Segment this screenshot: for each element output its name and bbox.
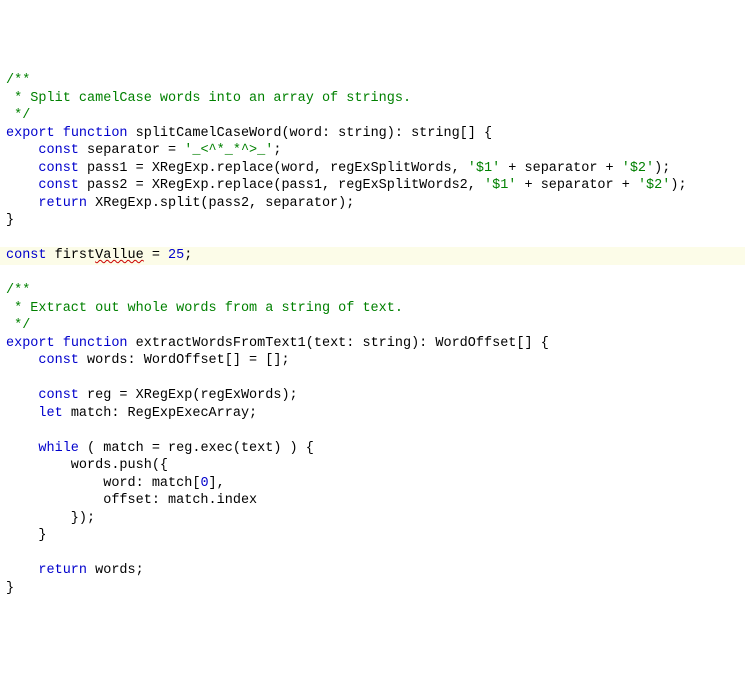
indent: [6, 441, 38, 456]
keyword-function: function: [63, 336, 128, 351]
code-editor[interactable]: /** * Split camelCase words into an arra…: [6, 72, 739, 597]
keyword-return: return: [38, 563, 87, 578]
code-line: while ( match = reg.exec(text) ) {: [6, 440, 739, 458]
code-line: export function extractWordsFromText1(te…: [6, 335, 739, 353]
blank-line: [6, 370, 739, 388]
code-line: word: match[0],: [6, 475, 739, 493]
keyword-const: const: [38, 143, 79, 158]
blank-line: [6, 230, 739, 248]
code-line: const reg = XRegExp(regExWords);: [6, 387, 739, 405]
keyword-const: const: [38, 178, 79, 193]
spell-error[interactable]: Vallue: [95, 248, 144, 263]
code-text: + separator +: [500, 161, 622, 176]
code-line: }: [6, 527, 739, 545]
code-text: match: RegExpExecArray;: [63, 406, 257, 421]
string-literal: '$1': [468, 161, 500, 176]
code-line: return XRegExp.split(pass2, separator);: [6, 195, 739, 213]
indent: [6, 563, 38, 578]
keyword-while: while: [38, 441, 79, 456]
code-line: let match: RegExpExecArray;: [6, 405, 739, 423]
string-literal: '_<^*_*^>_': [184, 143, 273, 158]
keyword-return: return: [38, 196, 87, 211]
code-text: );: [670, 178, 686, 193]
code-line: return words;: [6, 562, 739, 580]
code-text: reg = XRegExp(regExWords);: [79, 388, 298, 403]
comment-line: * Extract out whole words from a string …: [6, 300, 739, 318]
code-line: }: [6, 580, 739, 598]
number-literal: 0: [200, 476, 208, 491]
code-line: const pass1 = XRegExp.replace(word, regE…: [6, 160, 739, 178]
blank-line: [6, 265, 739, 283]
code-text: pass1 = XRegExp.replace(word, regExSplit…: [79, 161, 468, 176]
keyword-const: const: [6, 248, 47, 263]
code-line: const separator = '_<^*_*^>_';: [6, 142, 739, 160]
code-text: =: [144, 248, 168, 263]
comment-line: */: [6, 317, 739, 335]
code-text: ;: [184, 248, 192, 263]
code-text: + separator +: [516, 178, 638, 193]
string-literal: '$2': [622, 161, 654, 176]
comment-line: /**: [6, 282, 739, 300]
code-text: splitCamelCaseWord(word: string): string…: [128, 126, 493, 141]
keyword-function: function: [63, 126, 128, 141]
code-text: words;: [87, 563, 144, 578]
indent: [6, 178, 38, 193]
blank-line: [6, 422, 739, 440]
indent: [6, 353, 38, 368]
string-literal: '$2': [638, 178, 670, 193]
keyword-let: let: [38, 406, 62, 421]
blank-line: [6, 545, 739, 563]
comment-line: * Split camelCase words into an array of…: [6, 90, 739, 108]
code-line: words.push({: [6, 457, 739, 475]
keyword-const: const: [38, 388, 79, 403]
code-text: XRegExp.split(pass2, separator);: [87, 196, 354, 211]
code-text: );: [654, 161, 670, 176]
keyword-export: export: [6, 126, 55, 141]
code-text: separator =: [79, 143, 184, 158]
code-text: extractWordsFromText1(text: string): Wor…: [128, 336, 549, 351]
keyword-const: const: [38, 161, 79, 176]
comment-line: /**: [6, 72, 739, 90]
code-text: first: [47, 248, 96, 263]
code-line: const words: WordOffset[] = [];: [6, 352, 739, 370]
highlighted-line: const firstVallue = 25;: [0, 247, 745, 265]
indent: [6, 161, 38, 176]
keyword-export: export: [6, 336, 55, 351]
code-line: const pass2 = XRegExp.replace(pass1, reg…: [6, 177, 739, 195]
code-text: word: match[: [6, 476, 200, 491]
code-line: offset: match.index: [6, 492, 739, 510]
code-text: ( match = reg.exec(text) ) {: [79, 441, 314, 456]
keyword-const: const: [38, 353, 79, 368]
code-text: words: WordOffset[] = [];: [79, 353, 290, 368]
indent: [6, 143, 38, 158]
code-text: ;: [273, 143, 281, 158]
code-text: pass2 = XRegExp.replace(pass1, regExSpli…: [79, 178, 484, 193]
string-literal: '$1': [484, 178, 516, 193]
comment-line: */: [6, 107, 739, 125]
indent: [6, 388, 38, 403]
code-line: }: [6, 212, 739, 230]
code-line: export function splitCamelCaseWord(word:…: [6, 125, 739, 143]
number-literal: 25: [168, 248, 184, 263]
code-line: });: [6, 510, 739, 528]
indent: [6, 196, 38, 211]
code-text: ],: [209, 476, 225, 491]
indent: [6, 406, 38, 421]
